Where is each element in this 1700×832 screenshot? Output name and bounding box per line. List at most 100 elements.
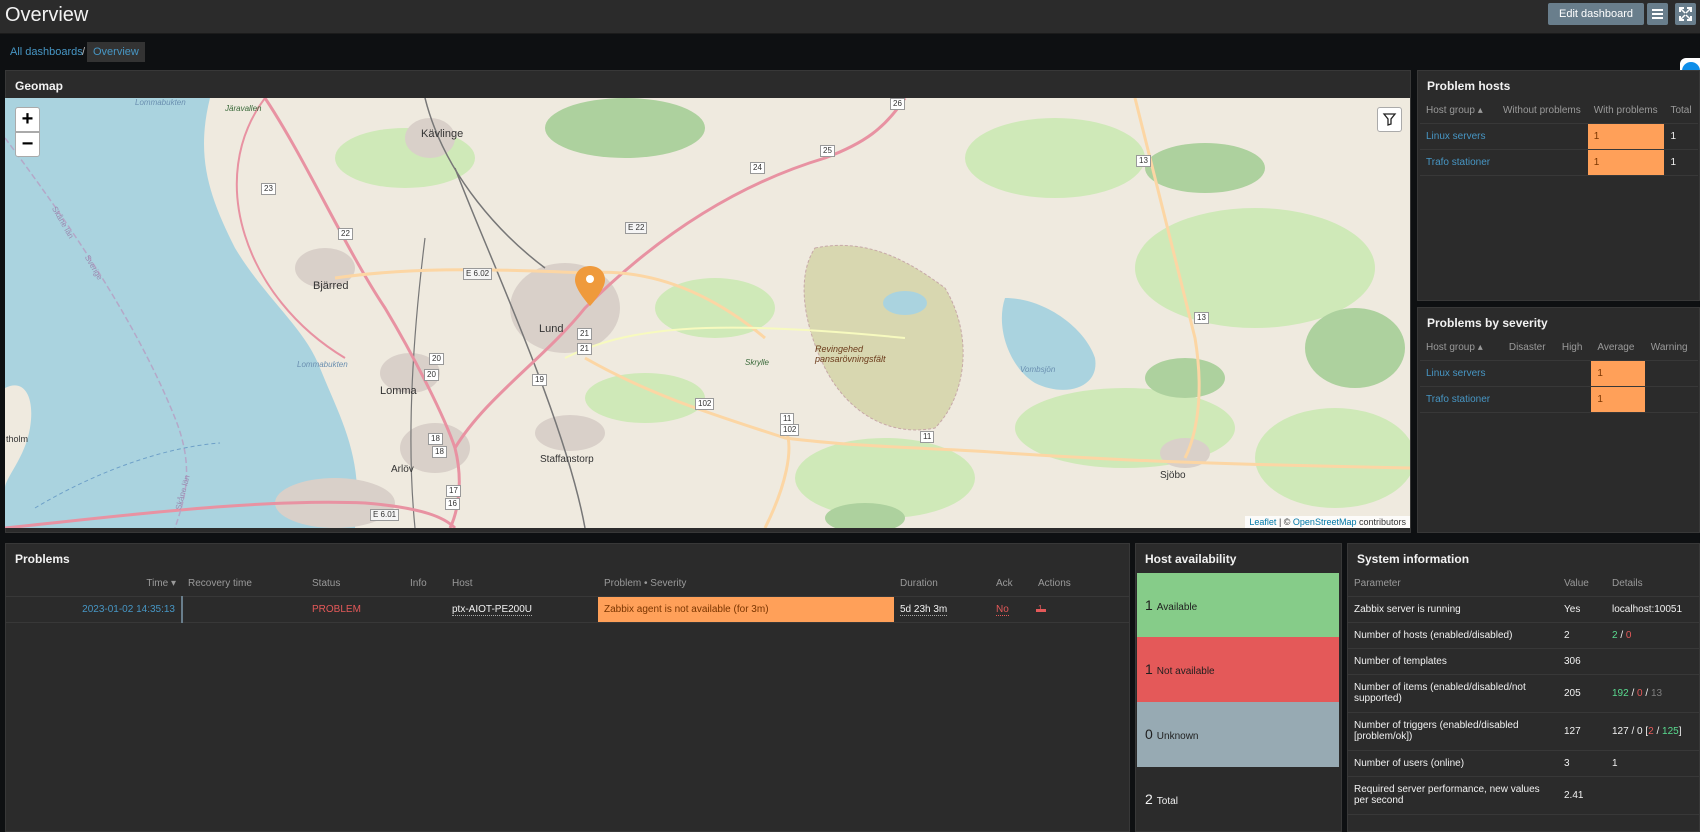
map-place: Staffanstorp <box>540 454 594 465</box>
availability-unknown[interactable]: 0 Unknown <box>1137 702 1339 767</box>
header-bar: Overview Edit dashboard <box>0 0 1700 34</box>
col-time[interactable]: Time ▾ <box>6 571 182 597</box>
breadcrumb-all-dashboards[interactable]: All dashboards <box>10 46 83 58</box>
road-label: 23 <box>261 183 276 195</box>
availability-total: 2 Total <box>1145 791 1178 807</box>
filter-icon <box>1382 113 1397 126</box>
average-cell[interactable]: 1 <box>1591 360 1645 387</box>
availability-available[interactable]: 1 Available <box>1137 573 1339 637</box>
geomap-title: Geomap <box>15 79 64 93</box>
table-row: Number of templates 306 <box>1348 648 1699 675</box>
map-place: tholm <box>6 434 29 444</box>
map-place: Vombsjön <box>1020 365 1056 374</box>
filter-button[interactable] <box>1377 107 1402 132</box>
menu-button[interactable] <box>1647 3 1668 25</box>
road-label: E 6.02 <box>463 268 493 280</box>
host-group-link[interactable]: Linux servers <box>1426 131 1485 142</box>
col-duration: Duration <box>894 571 990 597</box>
fullscreen-button[interactable] <box>1675 3 1696 25</box>
average-cell[interactable]: 1 <box>1591 386 1645 413</box>
table-row: 2023-01-02 14:35:13 PROBLEM ptx-AIOT-PE2… <box>6 596 1129 623</box>
osm-link[interactable]: OpenStreetMap <box>1293 517 1357 527</box>
ack-link[interactable]: No <box>996 603 1009 616</box>
with-problems-cell[interactable]: 1 <box>1587 149 1665 176</box>
col-value: Value <box>1558 571 1606 597</box>
map-canvas[interactable]: Kävlinge Bjärred Lund Lomma Arlöv Staffa… <box>5 98 1410 528</box>
problems-by-severity-widget: Problems by severity Host group ▴ Disast… <box>1417 307 1700 533</box>
host-group-link[interactable]: Trafo stationer <box>1426 394 1490 405</box>
road-label: 102 <box>695 398 715 410</box>
problems-title: Problems <box>15 552 70 566</box>
actions-cell[interactable]: 1 <box>1032 596 1129 623</box>
map-place: Kävlinge <box>421 128 464 140</box>
col-disaster: Disaster <box>1502 335 1556 361</box>
table-row: Number of items (enabled/disabled/not su… <box>1348 674 1699 713</box>
road-label: 17 <box>446 485 461 497</box>
col-problem-severity: Problem • Severity <box>598 571 894 597</box>
with-problems-cell[interactable]: 1 <box>1587 123 1665 150</box>
map-place: Skrylle <box>745 358 770 367</box>
map-place: Arlöv <box>391 464 414 475</box>
fullscreen-icon <box>1679 7 1692 21</box>
map-place: Lomma <box>380 385 417 397</box>
road-label: 25 <box>820 145 835 157</box>
map-place: Lommabukten <box>297 360 348 369</box>
col-host-group[interactable]: Host group ▴ <box>1420 98 1497 124</box>
table-row: Linux servers 1 1 <box>1420 123 1698 150</box>
host-group-link[interactable]: Linux servers <box>1426 368 1485 379</box>
table-row: Number of users (online) 3 1 <box>1348 750 1699 777</box>
road-label: 18 <box>432 446 447 458</box>
col-host-group[interactable]: Host group ▴ <box>1420 335 1503 361</box>
availability-not-available[interactable]: 1 Not available <box>1137 637 1339 702</box>
table-row: Trafo stationer 1 1 <box>1420 149 1698 176</box>
road-label: 24 <box>750 162 765 174</box>
col-host: Host <box>446 571 598 597</box>
host-link[interactable]: ptx-AIOT-PE200U <box>452 603 533 616</box>
problem-hosts-widget: Problem hosts Host group ▴ Without probl… <box>1417 70 1700 301</box>
table-row: Linux servers 1 <box>1420 360 1698 387</box>
host-availability-title: Host availability <box>1145 552 1237 566</box>
road-label: 26 <box>890 98 905 110</box>
col-details: Details <box>1606 571 1699 597</box>
table-row: Required server performance, new values … <box>1348 776 1699 815</box>
problem-hosts-title: Problem hosts <box>1427 79 1511 93</box>
breadcrumb-separator: / <box>82 46 86 58</box>
zoom-in-button[interactable]: + <box>15 107 40 132</box>
col-parameter: Parameter <box>1348 571 1558 597</box>
road-label: 21 <box>577 343 592 355</box>
road-label: 21 <box>577 328 592 340</box>
table-row: Zabbix server is running Yes localhost:1… <box>1348 596 1699 623</box>
page-title: Overview <box>5 4 89 26</box>
table-row: Number of hosts (enabled/disabled) 2 2 /… <box>1348 622 1699 649</box>
col-info: Info <box>404 571 446 597</box>
problems-by-severity-title: Problems by severity <box>1427 316 1548 330</box>
road-label: E 6.01 <box>370 509 400 521</box>
col-with-problems: With problems <box>1587 98 1665 124</box>
duration-link[interactable]: 5d 23h 3m <box>900 603 948 616</box>
road-label: 11 <box>920 431 935 443</box>
road-label: 20 <box>424 369 439 381</box>
leaflet-link[interactable]: Leaflet <box>1249 517 1276 527</box>
breadcrumb-current[interactable]: Overview <box>87 42 145 62</box>
table-row: Number of triggers (enabled/disabled [pr… <box>1348 712 1699 751</box>
col-actions: Actions <box>1032 571 1129 597</box>
road-label: 20 <box>429 353 444 365</box>
status-badge: PROBLEM <box>306 596 404 623</box>
map-place: Sjöbo <box>1160 470 1186 481</box>
map-place: Bjärred <box>313 280 349 292</box>
road-label: 13 <box>1194 312 1209 324</box>
road-label: 16 <box>445 498 460 510</box>
road-label: 13 <box>1136 155 1151 167</box>
edit-dashboard-button[interactable]: Edit dashboard <box>1548 3 1644 25</box>
map-place: Lund <box>539 323 564 335</box>
breadcrumb: All dashboards / Overview <box>0 34 1700 70</box>
col-ack: Ack <box>990 571 1032 597</box>
problem-time-link[interactable]: 2023-01-02 14:35:13 <box>82 604 175 615</box>
host-group-link[interactable]: Trafo stationer <box>1426 157 1490 168</box>
zoom-out-button[interactable]: − <box>15 132 40 157</box>
problem-name-cell[interactable]: Zabbix agent is not available (for 3m) <box>598 596 894 623</box>
action-icon <box>1036 608 1047 612</box>
table-row: Trafo stationer 1 <box>1420 386 1698 413</box>
map-place: Järavallen <box>225 104 262 113</box>
problems-widget: Problems Time ▾ Recovery time Status Inf… <box>5 543 1130 832</box>
